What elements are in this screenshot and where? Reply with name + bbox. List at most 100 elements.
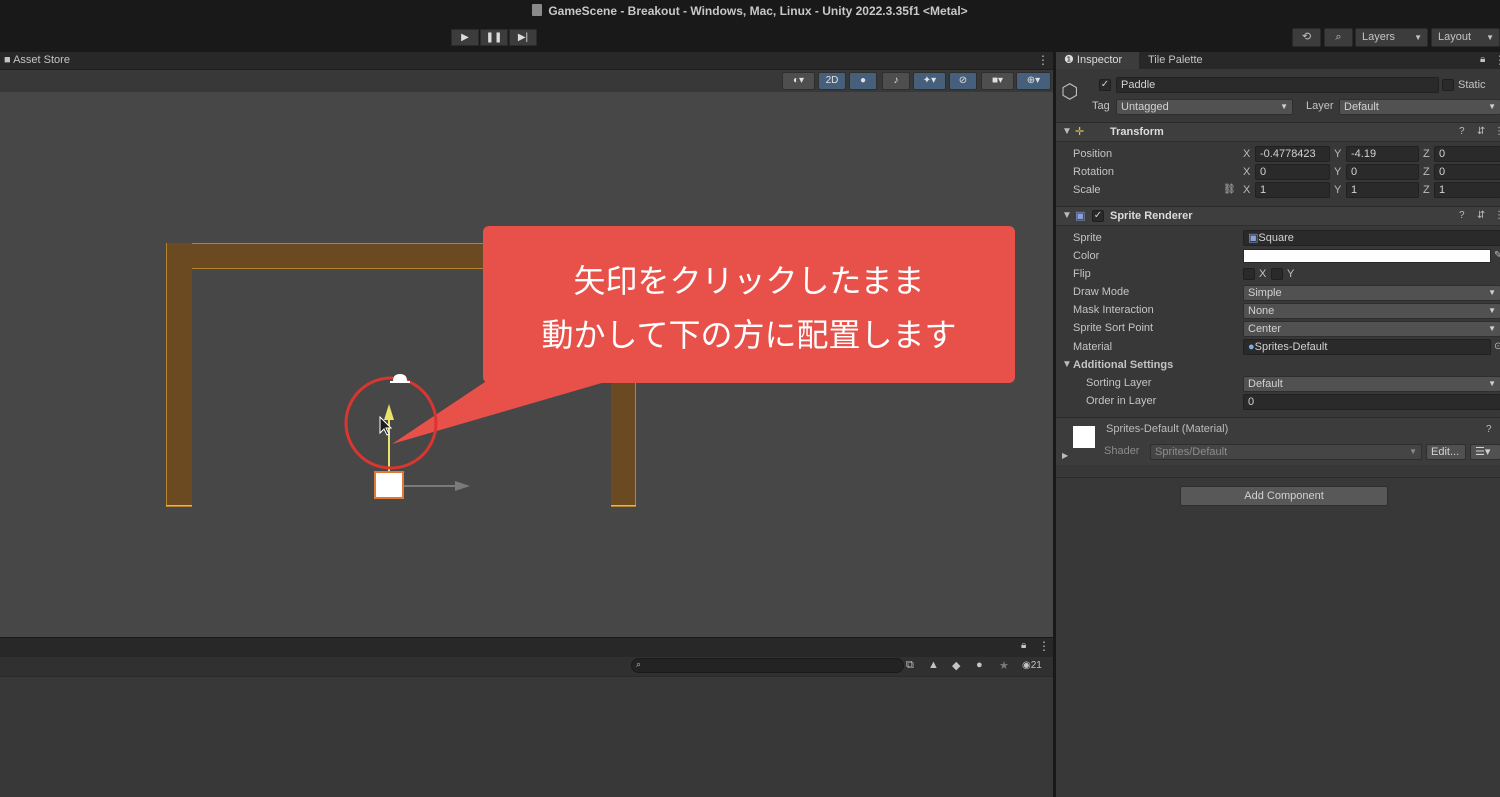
- callout-line-2: 動かして下の方に配置します: [541, 316, 957, 354]
- callout-pointer: [392, 380, 612, 444]
- axis-label-z[interactable]: Z: [1423, 166, 1430, 178]
- transform-position-y-field[interactable]: -4.19: [1346, 146, 1419, 162]
- callout-line-1: 矢印をクリックしたまま: [573, 262, 925, 300]
- axis-label-y[interactable]: Y: [1334, 184, 1341, 196]
- help-icon[interactable]: ?: [1459, 126, 1465, 137]
- search-icon: ⌕: [636, 659, 642, 669]
- draw-mode-dropdown[interactable]: Simple ▼: [1243, 285, 1500, 301]
- sprite-asset-icon: ▣: [1248, 232, 1259, 244]
- axis-label-x[interactable]: X: [1243, 184, 1250, 196]
- filter-icon[interactable]: ⧉: [906, 659, 914, 672]
- flip-label: Flip: [1073, 268, 1091, 280]
- mask-interaction-label: Mask Interaction: [1073, 304, 1154, 316]
- more-options-icon[interactable]: ⋮: [1494, 210, 1500, 221]
- shader-edit-button[interactable]: Edit...: [1426, 444, 1466, 460]
- material-field[interactable]: ●Sprites-Default: [1243, 339, 1491, 355]
- tab-inspector[interactable]: ❶ Inspector: [1056, 52, 1139, 69]
- shader-options-button[interactable]: ☰▾: [1470, 444, 1500, 460]
- static-checkbox[interactable]: [1442, 79, 1454, 91]
- transform-rotation-y-field[interactable]: 0: [1346, 164, 1419, 180]
- inspector-tab-bar: ❶ Inspector Tile Palette 🔒︎ ⋮: [1056, 52, 1500, 69]
- sprite-sort-point-dropdown[interactable]: Center ▼: [1243, 321, 1500, 337]
- transform-scale-x-field[interactable]: 1: [1255, 182, 1330, 198]
- foldout-arrow-icon[interactable]: ▼: [1062, 359, 1072, 370]
- transform-header[interactable]: ▼ ✛ Transform ? ⇵ ⋮: [1056, 122, 1500, 142]
- material-preview: [1073, 426, 1095, 448]
- material-title: Sprites-Default (Material): [1106, 423, 1229, 435]
- active-checkbox[interactable]: ✓: [1099, 79, 1111, 91]
- shader-dropdown[interactable]: Sprites/Default ▼: [1150, 444, 1422, 460]
- tab-tile-palette[interactable]: Tile Palette: [1140, 52, 1211, 69]
- sprite-field[interactable]: ▣Square: [1243, 230, 1500, 246]
- x-arrow-icon[interactable]: [455, 481, 470, 491]
- tag-dropdown[interactable]: Untagged ▼: [1116, 99, 1293, 115]
- chevron-down-icon: ▼: [1488, 102, 1496, 111]
- transform-scale-y-field[interactable]: 1: [1346, 182, 1419, 198]
- chevron-down-icon: ▼: [1409, 447, 1417, 456]
- flip-x-checkbox[interactable]: [1243, 268, 1255, 280]
- transform-icon: ✛: [1075, 126, 1085, 138]
- divider: [1056, 477, 1500, 478]
- lock-icon[interactable]: 🔒︎: [1021, 640, 1026, 651]
- type-filter-icon[interactable]: ▲: [928, 659, 939, 671]
- layers-dropdown[interactable]: Layers ▼: [1355, 28, 1428, 47]
- axis-label-y[interactable]: Y: [1334, 166, 1341, 178]
- axis-label-z[interactable]: Z: [1423, 148, 1430, 160]
- transform-rotation-z-field[interactable]: 0: [1434, 164, 1500, 180]
- foldout-arrow-icon[interactable]: ▼: [1062, 126, 1072, 137]
- history-button[interactable]: ⟲: [1292, 28, 1321, 47]
- transform-row-label: Position: [1073, 148, 1113, 160]
- presets-icon[interactable]: ⇵: [1477, 126, 1485, 137]
- transform-scale-z-field[interactable]: 1: [1434, 182, 1500, 198]
- object-name-field[interactable]: Paddle: [1116, 77, 1439, 93]
- lock-icon[interactable]: 🔒︎: [1480, 54, 1485, 65]
- flip-y-checkbox[interactable]: [1271, 268, 1283, 280]
- sorting-layer-dropdown[interactable]: Default ▼: [1243, 376, 1500, 392]
- more-options-icon[interactable]: ⋮: [1494, 53, 1500, 67]
- eyedropper-icon[interactable]: ✎: [1494, 250, 1500, 261]
- chevron-down-icon: ▼: [1488, 288, 1496, 297]
- favorite-icon[interactable]: ★: [999, 659, 1009, 672]
- sprite-renderer-header[interactable]: ▼ ▣ ✓ Sprite Renderer ? ⇵ ⋮: [1056, 206, 1500, 226]
- color-field[interactable]: [1243, 249, 1491, 263]
- console-header: 🔒︎ ⋮: [0, 637, 1053, 657]
- layout-dropdown[interactable]: Layout ▼: [1431, 28, 1500, 47]
- transform-position-z-field[interactable]: 0: [1434, 146, 1500, 162]
- chevron-down-icon: ▼: [1488, 379, 1496, 388]
- visible-count[interactable]: ◉21: [1022, 660, 1042, 671]
- console-panel[interactable]: [0, 676, 1053, 797]
- sprite-sort-point-label: Sprite Sort Point: [1073, 322, 1154, 334]
- mask-interaction-dropdown[interactable]: None ▼: [1243, 303, 1500, 319]
- foldout-right-icon[interactable]: ▶: [1062, 451, 1068, 460]
- paddle-sprite[interactable]: [374, 471, 404, 499]
- sprite-label: Sprite: [1073, 232, 1102, 244]
- axis-label-y[interactable]: Y: [1334, 148, 1341, 160]
- console-search-input[interactable]: ⌕: [631, 658, 904, 673]
- constrain-proportions-icon[interactable]: ⛓: [1223, 184, 1236, 195]
- more-options-icon[interactable]: ⋮: [1494, 126, 1500, 137]
- transform-rotation-x-field[interactable]: 0: [1255, 164, 1330, 180]
- help-icon[interactable]: ?: [1459, 210, 1465, 221]
- object-picker-icon[interactable]: ⊙: [1494, 341, 1500, 352]
- axis-label-x[interactable]: X: [1243, 148, 1250, 160]
- search-button[interactable]: ⌕: [1324, 28, 1353, 47]
- layer-dropdown[interactable]: Default ▼: [1339, 99, 1500, 115]
- error-icon[interactable]: ●: [976, 659, 983, 671]
- foldout-arrow-icon[interactable]: ▼: [1062, 210, 1072, 221]
- y-arrow-icon[interactable]: [384, 404, 394, 420]
- add-component-button[interactable]: Add Component: [1180, 486, 1388, 506]
- label-filter-icon[interactable]: ◆: [952, 659, 960, 672]
- axis-label-x[interactable]: X: [1243, 166, 1250, 178]
- material-asset-icon: ●: [1248, 341, 1255, 353]
- enabled-checkbox[interactable]: ✓: [1092, 210, 1104, 222]
- help-icon[interactable]: ?: [1486, 424, 1492, 435]
- additional-settings-label[interactable]: Additional Settings: [1073, 359, 1173, 371]
- more-options-icon[interactable]: ⋮: [1038, 639, 1050, 653]
- callout-text: 矢印をクリックしたまま 動かして下の方に配置します: [483, 254, 1015, 362]
- transform-position-x-field[interactable]: -0.4778423: [1255, 146, 1330, 162]
- sprite-renderer-icon: ▣: [1075, 210, 1086, 222]
- axis-label-z[interactable]: Z: [1423, 184, 1430, 196]
- presets-icon[interactable]: ⇵: [1477, 210, 1485, 221]
- shader-label: Shader: [1104, 445, 1140, 457]
- order-in-layer-field[interactable]: 0: [1243, 394, 1500, 410]
